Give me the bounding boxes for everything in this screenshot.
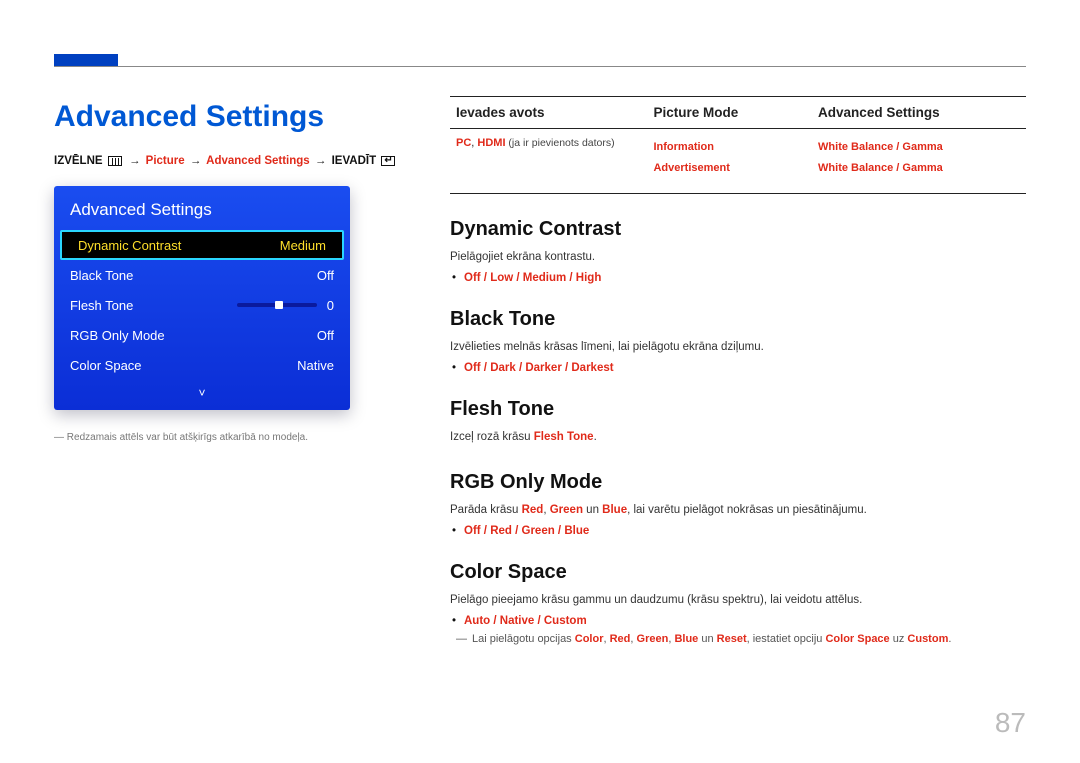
osd-value: Native	[297, 358, 334, 373]
arrow-icon: →	[188, 155, 204, 167]
osd-value: Off	[317, 328, 334, 343]
breadcrumb-advanced: Advanced Settings	[206, 155, 310, 167]
section-rgb-only: RGB Only Mode Parāda krāsu Red, Green un…	[450, 471, 1026, 537]
section-desc: Izceļ rozā krāsu Flesh Tone.	[450, 429, 1026, 446]
section-options: Off / Red / Green / Blue	[450, 525, 1026, 537]
th-source: Ievades avots	[450, 97, 647, 129]
osd-value: 0	[327, 298, 334, 313]
osd-row-dynamic-contrast[interactable]: Dynamic Contrast Medium	[60, 230, 344, 260]
osd-value: Off	[317, 268, 334, 283]
osd-label: Dynamic Contrast	[78, 238, 181, 253]
content-column: Ievades avots Picture Mode Advanced Sett…	[450, 96, 1026, 645]
slider[interactable]	[237, 303, 317, 307]
section-dynamic-contrast: Dynamic Contrast Pielāgojiet ekrāna kont…	[450, 218, 1026, 284]
osd-label: RGB Only Mode	[70, 328, 165, 343]
th-advanced: Advanced Settings	[812, 97, 1026, 129]
as-wb-gamma-2: White Balance / Gamma	[818, 158, 1020, 179]
header-accent	[54, 54, 118, 66]
section-title: RGB Only Mode	[450, 471, 1026, 494]
section-title: Dynamic Contrast	[450, 218, 1026, 241]
osd-row-black-tone[interactable]: Black Tone Off	[54, 260, 350, 290]
menu-icon	[108, 156, 122, 166]
section-options: Auto / Native / Custom	[450, 615, 1026, 627]
pm-information: Information	[653, 137, 806, 158]
osd-panel: Advanced Settings Dynamic Contrast Mediu…	[54, 186, 350, 410]
section-title: Color Space	[450, 561, 1026, 584]
section-desc: Pielāgo pieejamo krāsu gammu un daudzumu…	[450, 592, 1026, 609]
section-black-tone: Black Tone Izvēlieties melnās krāsas līm…	[450, 308, 1026, 374]
image-disclaimer: Redzamais attēls var būt atšķirīgs atkar…	[54, 432, 308, 443]
osd-row-flesh-tone[interactable]: Flesh Tone 0	[54, 290, 350, 320]
section-flesh-tone: Flesh Tone Izceļ rozā krāsu Flesh Tone.	[450, 398, 1026, 446]
osd-label: Black Tone	[70, 268, 133, 283]
settings-table: Ievades avots Picture Mode Advanced Sett…	[450, 96, 1026, 194]
osd-label: Flesh Tone	[70, 298, 133, 313]
td-advanced: White Balance / Gamma White Balance / Ga…	[812, 129, 1026, 193]
pm-advertisement: Advertisement	[653, 158, 806, 179]
th-picture-mode: Picture Mode	[647, 97, 812, 129]
section-desc: Pielāgojiet ekrāna kontrastu.	[450, 249, 1026, 266]
section-options: Off / Dark / Darker / Darkest	[450, 362, 1026, 374]
enter-icon	[381, 156, 395, 166]
arrow-icon: →	[313, 155, 329, 167]
breadcrumb-prefix: IZVĒLNE	[54, 155, 103, 167]
osd-row-rgb-only[interactable]: RGB Only Mode Off	[54, 320, 350, 350]
src-note: (ja ir pievienots dators)	[506, 137, 615, 149]
header-rule	[54, 66, 1026, 67]
section-title: Black Tone	[450, 308, 1026, 331]
breadcrumb-picture: Picture	[146, 155, 185, 167]
section-desc: Izvēlieties melnās krāsas līmeni, lai pi…	[450, 339, 1026, 356]
osd-row-color-space[interactable]: Color Space Native	[54, 350, 350, 380]
section-note: Lai pielāgotu opcijas Color, Red, Green,…	[450, 633, 1026, 645]
src-pc: PC	[456, 137, 471, 149]
osd-title: Advanced Settings	[54, 186, 350, 230]
section-title: Flesh Tone	[450, 398, 1026, 421]
breadcrumb: IZVĒLNE → Picture → Advanced Settings → …	[54, 155, 397, 167]
src-hdmi: HDMI	[477, 137, 505, 149]
td-picture-mode: Information Advertisement	[647, 129, 812, 193]
section-options: Off / Low / Medium / High	[450, 272, 1026, 284]
section-color-space: Color Space Pielāgo pieejamo krāsu gammu…	[450, 561, 1026, 645]
breadcrumb-suffix: IEVADĪT	[332, 155, 377, 167]
osd-label: Color Space	[70, 358, 142, 373]
arrow-icon: →	[127, 155, 143, 167]
chevron-down-icon[interactable]: ˅	[54, 380, 350, 400]
page-title: Advanced Settings	[54, 100, 324, 134]
osd-value: Medium	[280, 238, 326, 253]
page-number: 87	[995, 707, 1026, 739]
section-desc: Parāda krāsu Red, Green un Blue, lai var…	[450, 502, 1026, 519]
td-source: PC, HDMI (ja ir pievienots dators)	[450, 129, 647, 193]
as-wb-gamma-1: White Balance / Gamma	[818, 137, 1020, 158]
